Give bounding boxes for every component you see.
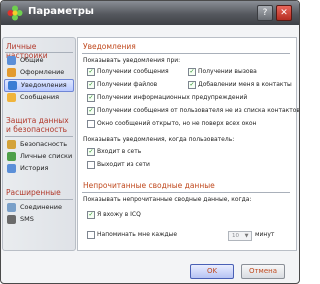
checkbox-on-login[interactable]: ✓ — [87, 211, 95, 219]
divider — [5, 52, 73, 53]
divider — [82, 53, 290, 54]
window-title: Параметры — [28, 6, 94, 17]
notifications-panel: Уведомления Показывать уведомления при: … — [77, 37, 300, 251]
lock-icon — [7, 140, 16, 149]
option-label: Я вхожу в ICQ — [97, 211, 141, 218]
sidebar-item-history[interactable]: История — [4, 163, 74, 174]
option-label: Добавлении меня в контакты — [198, 81, 292, 88]
icq-flower-icon — [7, 5, 23, 21]
unread-heading: Непрочитанные сводные данные — [83, 181, 215, 190]
sidebar-item-label: SMS — [20, 215, 34, 223]
divider — [5, 199, 73, 200]
general-icon — [7, 56, 16, 65]
sidebar-item-sms[interactable]: SMS — [4, 214, 74, 225]
settings-sidebar: Личные настройки Общие Оформление Уведом… — [2, 37, 76, 251]
notifications-icon — [8, 81, 17, 90]
sidebar-item-label: Личные списки — [20, 152, 73, 160]
sidebar-item-label: Общие — [20, 56, 44, 64]
option-label: Напоминать мне каждые — [97, 231, 178, 238]
option-label: Окно сообщений открыто, но не поверх все… — [97, 120, 257, 127]
sidebar-item-notifications[interactable]: Уведомления — [4, 79, 74, 92]
messages-icon — [7, 93, 16, 102]
checkbox-info-warnings[interactable]: ✓ — [87, 94, 95, 102]
sidebar-item-connection[interactable]: Соединение — [4, 202, 74, 213]
show-when-label: Показывать уведомления при: — [83, 57, 181, 64]
checkbox-user-offline[interactable] — [87, 161, 95, 169]
option-label: Получении файлов — [97, 81, 158, 88]
sidebar-item-label: Уведомления — [21, 81, 67, 89]
sidebar-section-security: Защита данных и безопасность — [6, 116, 69, 134]
option-label: Получении информационных предупреждений — [97, 94, 248, 101]
checkbox-added-to-contacts[interactable]: ✓ — [188, 81, 196, 89]
sidebar-item-label: Безопасность — [20, 140, 68, 148]
appearance-icon — [7, 68, 16, 77]
checkbox-remind-every[interactable] — [87, 231, 95, 239]
option-label: Получении сообщения от пользователя не и… — [97, 107, 300, 114]
unread-when-label: Показывать непрочитанные сводные данные,… — [83, 196, 252, 203]
minutes-value: 10 — [232, 233, 239, 239]
sms-icon — [7, 215, 16, 224]
sidebar-item-general[interactable]: Общие — [4, 55, 74, 66]
minutes-unit: минут — [255, 231, 275, 238]
sidebar-item-lists[interactable]: Личные списки — [4, 151, 74, 162]
option-label: Получении сообщения — [97, 68, 169, 75]
option-label: Входит в сеть — [97, 148, 142, 155]
sidebar-item-appearance[interactable]: Оформление — [4, 67, 74, 78]
help-button[interactable]: ? — [257, 5, 273, 21]
checkbox-non-contact-message[interactable]: ✓ — [87, 107, 95, 115]
minutes-select[interactable]: 10 ▼ — [228, 231, 252, 241]
user-label: Показывать уведомления, когда пользовате… — [83, 136, 235, 143]
sidebar-section-advanced: Расширенные — [6, 188, 61, 197]
settings-window: Параметры ? ✕ Личные настройки Общие Офо… — [0, 0, 300, 284]
ok-button[interactable]: OK — [190, 264, 234, 279]
checkbox-user-online[interactable]: ✓ — [87, 148, 95, 156]
checkbox-call[interactable]: ✓ — [188, 68, 196, 76]
sidebar-item-label: Оформление — [20, 68, 65, 76]
notifications-heading: Уведомления — [83, 42, 136, 51]
divider — [5, 136, 73, 137]
close-button[interactable]: ✕ — [276, 5, 292, 21]
option-label: Получении вызова — [198, 68, 257, 75]
title-bar: Параметры ? ✕ — [1, 1, 299, 25]
checkbox-message[interactable]: ✓ — [87, 68, 95, 76]
chevron-down-icon: ▼ — [244, 233, 249, 239]
sidebar-item-label: Сообщения — [20, 93, 60, 101]
divider — [82, 192, 290, 193]
sidebar-item-security[interactable]: Безопасность — [4, 139, 74, 150]
sidebar-item-label: Соединение — [20, 203, 62, 211]
sidebar-item-label: История — [20, 164, 49, 172]
history-icon — [7, 164, 16, 173]
checkbox-files[interactable]: ✓ — [87, 81, 95, 89]
lists-icon — [7, 152, 16, 161]
cancel-button[interactable]: Отмена — [241, 264, 285, 279]
checkbox-window-not-on-top[interactable] — [87, 120, 95, 128]
connection-icon — [7, 203, 16, 212]
option-label: Выходит из сети — [97, 161, 150, 168]
sidebar-item-messages[interactable]: Сообщения — [4, 92, 74, 103]
